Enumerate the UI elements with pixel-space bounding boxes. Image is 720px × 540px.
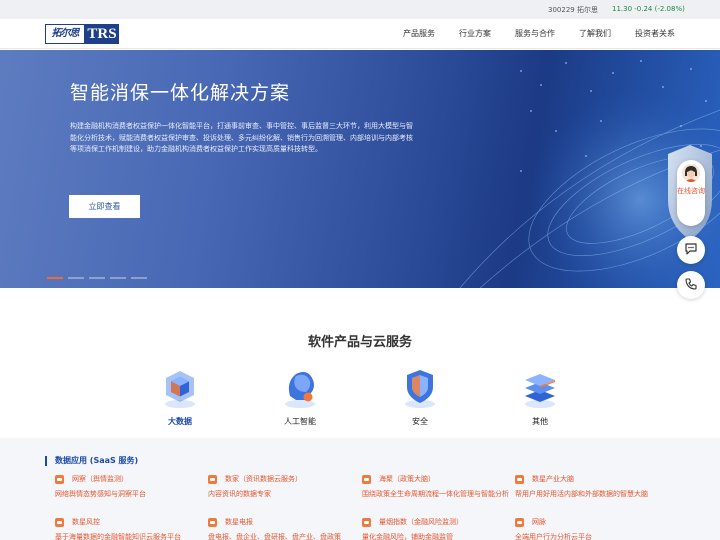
service-description: 内容资讯的数据专家 bbox=[208, 490, 271, 498]
chat-button[interactable] bbox=[677, 236, 705, 264]
online-consult-label: 在线咨询 bbox=[677, 187, 705, 195]
service-description: 围绕政策全生命周期流程一体化管理与智能分析 bbox=[362, 490, 509, 498]
category-ai[interactable]: 人工智能 bbox=[270, 366, 330, 427]
phone-button[interactable] bbox=[677, 271, 705, 299]
category-security[interactable]: 安全 bbox=[390, 366, 450, 427]
carousel-indicators bbox=[47, 277, 147, 279]
panel-heading: 数据应用 (SaaS 服务) bbox=[45, 456, 138, 466]
online-consult-widget[interactable]: 在线咨询 bbox=[677, 160, 705, 226]
service-icon bbox=[515, 474, 524, 484]
service-name[interactable]: 海聚（政策大脑） bbox=[379, 474, 435, 484]
service-icon bbox=[208, 474, 217, 484]
service-name[interactable]: 数星产业大脑 bbox=[532, 474, 574, 484]
service-item[interactable]: 数星风控 基于海量数据的金融智能知识云服务平台 bbox=[55, 517, 205, 540]
carousel-dot-3[interactable] bbox=[89, 277, 105, 279]
consultant-avatar bbox=[682, 164, 700, 182]
category-big-data[interactable]: 大数据 bbox=[150, 366, 210, 427]
layers-stack-icon bbox=[518, 366, 562, 410]
nav-about-us[interactable]: 了解我们 bbox=[579, 28, 611, 39]
service-item[interactable]: 数星电报 盘电报、盘企业、盘研报、盘产业、盘政策 bbox=[208, 517, 358, 540]
nav-products[interactable]: 产品服务 bbox=[403, 28, 435, 39]
big-data-cube-icon bbox=[158, 366, 202, 410]
service-name[interactable]: 数星电报 bbox=[225, 517, 253, 527]
carousel-dot-5[interactable] bbox=[131, 277, 147, 279]
service-icon bbox=[362, 517, 371, 527]
ai-head-icon bbox=[278, 366, 322, 410]
service-item[interactable]: 海聚（政策大脑） 围绕政策全生命周期流程一体化管理与智能分析 bbox=[362, 474, 512, 499]
saas-services-panel: 数据应用 (SaaS 服务) 网察（舆情监测） 网络舆情态势感知与洞察平台 数家… bbox=[0, 438, 720, 540]
category-label: 大数据 bbox=[168, 417, 192, 426]
service-item[interactable]: 数星产业大脑 帮用户用好用活内部和外部数据的智慧大脑 bbox=[515, 474, 665, 499]
carousel-dot-1[interactable] bbox=[47, 277, 63, 279]
service-item[interactable]: 量烟指数（金融风险监测） 量化金融风险，铺助金融监管 bbox=[362, 517, 512, 540]
stock-quote: 11.30 -0.24 (-2.08%) bbox=[612, 5, 685, 13]
service-description: 网络舆情态势感知与洞察平台 bbox=[55, 490, 146, 498]
service-description: 帮用户用好用活内部和外部数据的智慧大脑 bbox=[515, 490, 648, 498]
category-other[interactable]: 其他 bbox=[510, 366, 570, 427]
category-label: 人工智能 bbox=[284, 417, 316, 426]
service-description: 量化金融风险，铺助金融监管 bbox=[362, 533, 453, 540]
chat-bubble-icon bbox=[684, 241, 698, 260]
service-item[interactable]: 网察（舆情监测） 网络舆情态势感知与洞察平台 bbox=[55, 474, 205, 499]
stock-bar: 300229 拓尔思 11.30 -0.24 (-2.08%) bbox=[0, 0, 720, 19]
service-description: 盘电报、盘企业、盘研报、盘产业、盘政策 bbox=[208, 533, 341, 540]
nav-services-cooperation[interactable]: 服务与合作 bbox=[515, 28, 555, 39]
service-item[interactable]: 数家（资讯数据云服务） 内容资讯的数据专家 bbox=[208, 474, 358, 499]
category-label: 其他 bbox=[532, 417, 548, 426]
carousel-dot-2[interactable] bbox=[68, 277, 84, 279]
service-icon bbox=[515, 517, 524, 527]
stock-name[interactable]: 300229 拓尔思 bbox=[548, 5, 598, 15]
service-description: 基于海量数据的金融智能知识云服务平台 bbox=[55, 533, 181, 540]
nav-industry-solutions[interactable]: 行业方案 bbox=[459, 28, 491, 39]
security-shield-icon bbox=[398, 366, 442, 410]
phone-icon bbox=[684, 276, 698, 295]
service-name[interactable]: 数家（资讯数据云服务） bbox=[225, 474, 302, 484]
view-now-button[interactable]: 立即查看 bbox=[69, 195, 140, 218]
service-name[interactable]: 量烟指数（金融风险监测） bbox=[379, 517, 463, 527]
hero-banner: 智能消保一体化解决方案 构建金融机构消费者权益保护一体化智能平台，打通事前审查、… bbox=[0, 50, 720, 288]
service-name[interactable]: 网脉 bbox=[532, 517, 546, 527]
category-label: 安全 bbox=[412, 417, 428, 426]
service-icon bbox=[362, 474, 371, 484]
products-section-title: 软件产品与云服务 bbox=[307, 335, 412, 350]
nav-investor-relations[interactable]: 投资者关系 bbox=[635, 28, 675, 39]
hero-title: 智能消保一体化解决方案 bbox=[70, 82, 291, 104]
carousel-dot-4[interactable] bbox=[110, 277, 126, 279]
hero-description: 构建金融机构消费者权益保护一体化智能平台，打通事前审查、事中管控、事后监督三大环… bbox=[70, 122, 413, 153]
service-name[interactable]: 数星风控 bbox=[72, 517, 100, 527]
service-icon bbox=[55, 517, 64, 527]
service-name[interactable]: 网察（舆情监测） bbox=[72, 474, 128, 484]
site-header: 拓尔思 TRS 产品服务 行业方案 服务与合作 了解我们 投资者关系 bbox=[0, 19, 720, 49]
service-icon bbox=[55, 474, 64, 484]
service-description: 全端用户行为分析云平台 bbox=[515, 533, 592, 540]
service-item[interactable]: 网脉 全端用户行为分析云平台 bbox=[515, 517, 665, 540]
main-nav: 产品服务 行业方案 服务与合作 了解我们 投资者关系 bbox=[0, 19, 720, 49]
service-icon bbox=[208, 517, 217, 527]
